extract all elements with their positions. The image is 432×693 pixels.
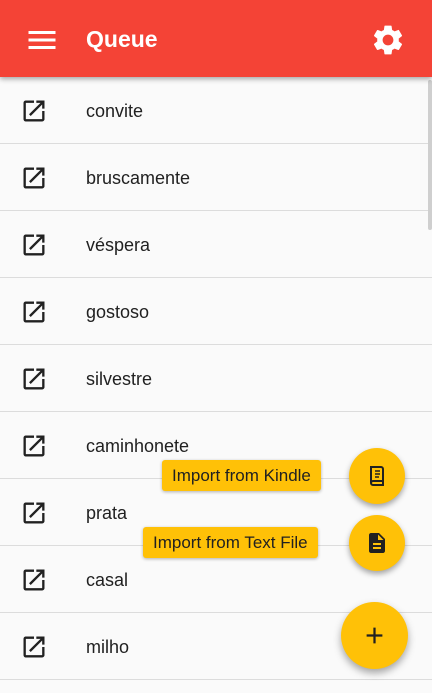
menu-icon <box>28 31 56 49</box>
import-kindle-button[interactable] <box>349 448 405 504</box>
list-item[interactable]: véspera <box>0 211 432 278</box>
menu-button[interactable] <box>24 22 60 58</box>
scrollbar[interactable] <box>428 80 432 230</box>
list-item-word: gostoso <box>86 302 150 322</box>
open-in-new-icon[interactable] <box>20 97 48 125</box>
list-item-word: caminhonete <box>86 436 190 456</box>
import-kindle-label[interactable]: Import from Kindle <box>162 460 321 491</box>
open-in-new-icon[interactable] <box>20 566 48 594</box>
open-in-new-icon[interactable] <box>20 164 48 192</box>
plus-icon <box>366 627 383 644</box>
app-bar: Queue <box>0 0 432 77</box>
open-in-new-icon[interactable] <box>20 432 48 460</box>
open-in-new-icon[interactable] <box>20 365 48 393</box>
import-text-file-button[interactable] <box>349 515 405 571</box>
list-item[interactable]: bruscamente <box>0 144 432 211</box>
list-item-word: milho <box>86 637 130 657</box>
text-file-icon <box>369 533 385 553</box>
import-text-file-label[interactable]: Import from Text File <box>143 527 318 558</box>
list-item-word: convite <box>86 101 144 121</box>
add-button[interactable] <box>341 602 408 669</box>
open-in-new-icon[interactable] <box>20 499 48 527</box>
list-item[interactable]: convite <box>0 77 432 144</box>
list-item-word: bruscamente <box>86 168 191 188</box>
list-item[interactable]: silvestre <box>0 345 432 412</box>
queue-list: convite bruscamente véspera gostoso silv… <box>0 77 432 680</box>
gear-icon <box>373 25 403 55</box>
list-item-word: prata <box>86 503 128 523</box>
open-in-new-icon[interactable] <box>20 633 48 661</box>
list-item-word: casal <box>86 570 129 590</box>
open-in-new-icon[interactable] <box>20 231 48 259</box>
list-item-word: silvestre <box>86 369 153 389</box>
open-in-new-icon[interactable] <box>20 298 48 326</box>
list-item-word: véspera <box>86 235 151 255</box>
kindle-book-icon <box>370 466 384 486</box>
page-title: Queue <box>86 26 158 52</box>
list-item[interactable]: gostoso <box>0 278 432 345</box>
settings-button[interactable] <box>370 22 406 58</box>
